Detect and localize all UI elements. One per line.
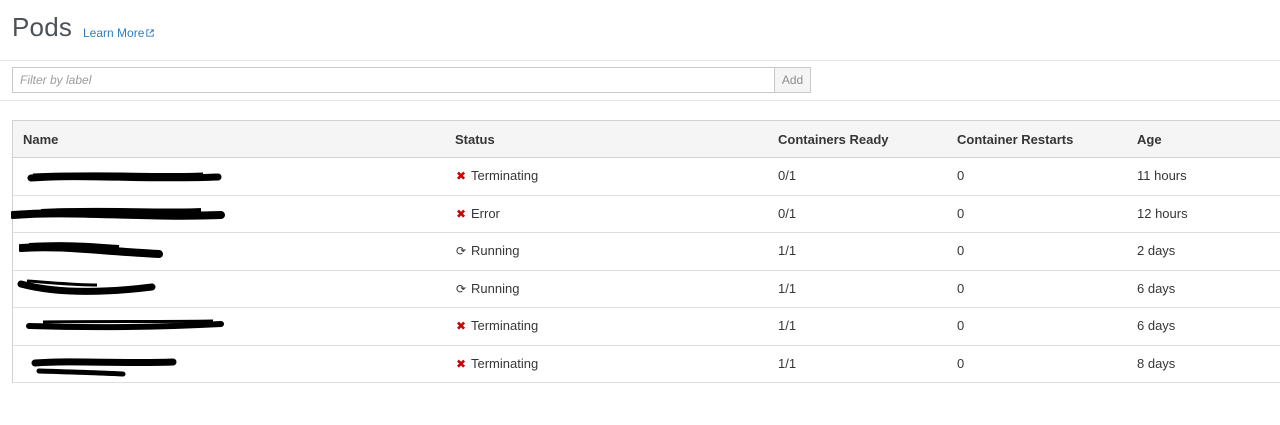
table-row: ✖ Error 0/1 0 12 hours — [11, 195, 1280, 233]
table-body: ✖ Terminating 0/1 0 11 hours ✖ Error 0/1 0 12 hou… — [11, 158, 1280, 383]
containers-ready-cell: 0/1 — [778, 205, 797, 221]
x-icon: ✖ — [455, 356, 467, 371]
status-text: Running — [471, 280, 520, 296]
column-header-container-restarts[interactable]: Container Restarts — [957, 121, 1073, 158]
containers-ready-cell: 1/1 — [778, 243, 797, 258]
containers-ready-cell: 1/1 — [778, 280, 797, 296]
container-restarts-cell: 0 — [957, 318, 965, 333]
learn-more-label: Learn More — [83, 26, 145, 40]
x-icon: ✖ — [455, 319, 467, 333]
column-header-age[interactable]: Age — [1137, 121, 1162, 158]
learn-more-link[interactable]: Learn More — [83, 26, 155, 40]
x-icon: ✖ — [455, 206, 467, 221]
pods-table: Name Status Containers Ready Container R… — [11, 120, 1280, 383]
container-restarts-cell: 0 — [957, 168, 965, 183]
status-text: Terminating — [471, 355, 539, 371]
status-cell: ⟳ Running — [455, 271, 519, 307]
status-cell: ✖ Terminating — [455, 346, 538, 382]
status-text: Running — [471, 243, 520, 258]
status-cell: ✖ Terminating — [455, 158, 538, 194]
container-restarts-cell: 0 — [957, 355, 965, 371]
container-restarts-cell: 0 — [957, 205, 965, 221]
status-cell: ⟳ Running — [455, 233, 519, 269]
status-cell: ✖ Terminating — [455, 308, 538, 344]
filter-by-label-input[interactable] — [12, 67, 775, 93]
x-icon: ✖ — [455, 169, 467, 183]
container-restarts-cell: 0 — [957, 243, 965, 258]
external-link-icon — [146, 29, 155, 37]
table-row: ✖ Terminating 1/1 0 6 days — [13, 308, 1280, 346]
table-header: Name Status Containers Ready Container R… — [13, 121, 1280, 158]
age-cell: 12 hours — [1137, 205, 1188, 221]
age-cell: 6 days — [1137, 318, 1176, 333]
column-header-containers-ready[interactable]: Containers Ready — [778, 121, 889, 158]
table-row: ✖ Terminating 1/1 0 8 days — [13, 345, 1280, 383]
containers-ready-cell: 0/1 — [778, 168, 797, 183]
containers-ready-cell: 1/1 — [778, 318, 797, 333]
status-text: Terminating — [471, 318, 539, 333]
status-text: Error — [471, 205, 500, 221]
add-filter-button[interactable]: Add — [774, 67, 811, 93]
table-row: ⟳ Running 1/1 0 2 days — [13, 233, 1280, 271]
sync-icon: ⟳ — [455, 281, 467, 296]
age-cell: 11 hours — [1137, 168, 1187, 183]
page-header: Pods Learn More — [0, 0, 1280, 61]
filter-bar: Add — [0, 61, 1280, 101]
page-title: Pods — [12, 12, 73, 42]
status-cell: ✖ Error — [455, 196, 500, 232]
column-header-status[interactable]: Status — [455, 121, 495, 158]
table-row: ⟳ Running 1/1 0 6 days — [13, 270, 1280, 308]
containers-ready-cell: 1/1 — [778, 355, 797, 371]
container-restarts-cell: 0 — [957, 280, 965, 296]
table-row: ✖ Terminating 0/1 0 11 hours — [13, 158, 1280, 196]
status-text: Terminating — [471, 168, 539, 183]
sync-icon: ⟳ — [455, 244, 467, 258]
age-cell: 2 days — [1137, 243, 1176, 258]
age-cell: 6 days — [1137, 280, 1176, 296]
column-header-name[interactable]: Name — [23, 121, 58, 158]
age-cell: 8 days — [1137, 355, 1176, 371]
